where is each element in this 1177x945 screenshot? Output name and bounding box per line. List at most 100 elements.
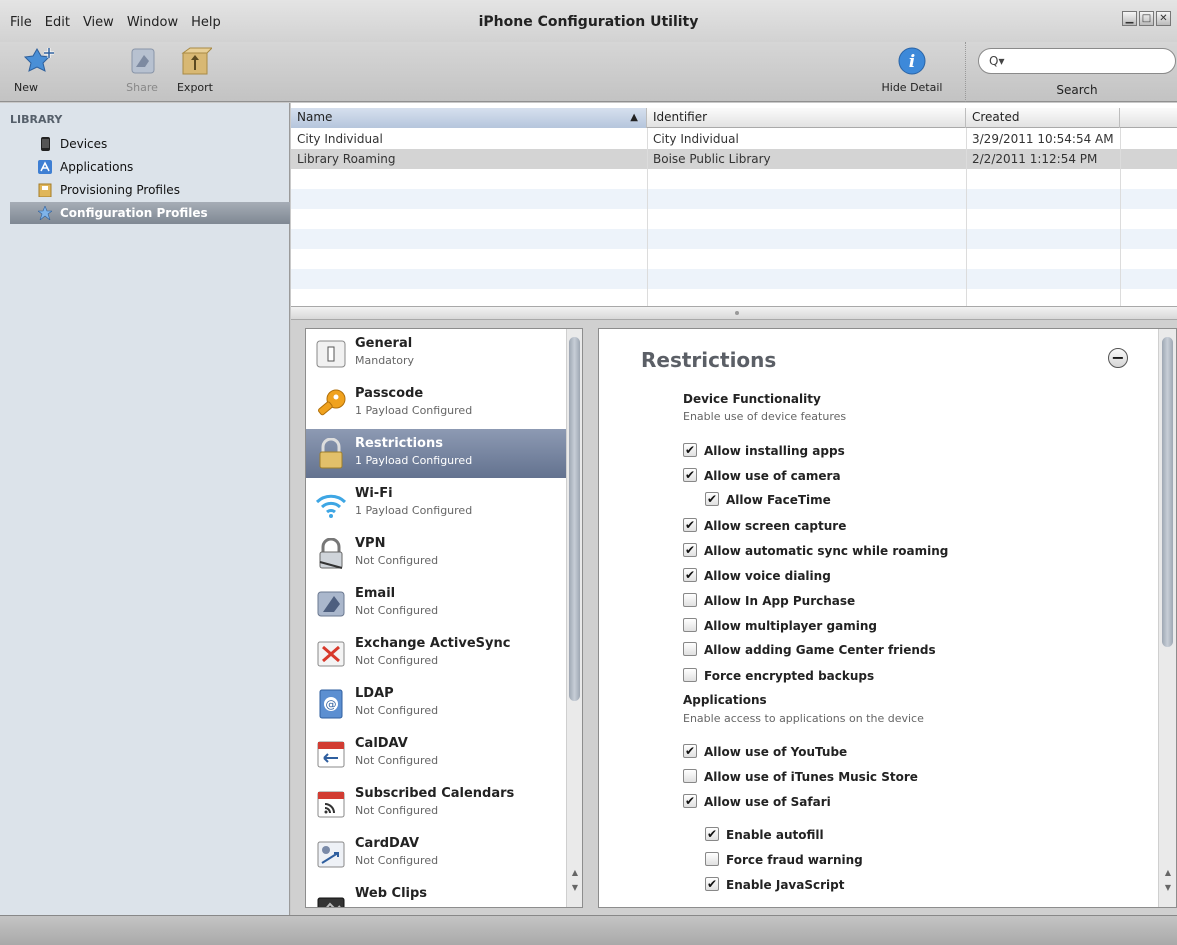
checkbox[interactable]: [683, 642, 697, 656]
sort-ascending-icon: ▲: [630, 112, 638, 123]
column-header-name[interactable]: Name ▲: [291, 108, 647, 128]
checkbox-force-fraud-warning[interactable]: Force fraud warning: [705, 851, 863, 869]
remove-payload-button[interactable]: −: [1108, 348, 1128, 368]
scroll-thumb[interactable]: [1162, 337, 1173, 647]
payload-name: General: [355, 336, 413, 351]
window-title: iPhone Configuration Utility: [478, 14, 699, 30]
hide-detail-button[interactable]: i Hide Detail: [880, 46, 944, 94]
payload-web-clips[interactable]: Web Clips: [306, 879, 568, 907]
payload-email[interactable]: Email Not Configured: [306, 579, 568, 628]
checkbox[interactable]: [683, 769, 697, 783]
library-sidebar: LIBRARY Devices Applications Provisionin…: [0, 103, 290, 915]
splitter-grip-icon: [735, 311, 739, 315]
payload-scrollbar[interactable]: ▲ ▼: [566, 329, 582, 907]
payload-exchange-activesync[interactable]: Exchange ActiveSync Not Configured: [306, 629, 568, 678]
search-icon: Q▾: [989, 54, 1005, 68]
payload-name: Exchange ActiveSync: [355, 636, 511, 651]
table-header: Name ▲ Identifier Created: [291, 108, 1177, 128]
sidebar-item-configuration-profiles[interactable]: Configuration Profiles: [10, 202, 290, 224]
section-title-applications: Applications: [683, 693, 767, 707]
checkbox-force-encrypted-backups[interactable]: Force encrypted backups: [683, 667, 874, 685]
checkbox[interactable]: [705, 825, 719, 843]
checkbox-allow-itunes[interactable]: Allow use of iTunes Music Store: [683, 768, 918, 786]
checkbox-allow-youtube[interactable]: Allow use of YouTube: [683, 742, 847, 761]
payload-restrictions[interactable]: Restrictions 1 Payload Configured: [306, 429, 568, 478]
scroll-up-icon[interactable]: ▲: [569, 867, 581, 879]
restrictions-detail: Restrictions − Device Functionality Enab…: [598, 328, 1177, 908]
checkbox[interactable]: [683, 792, 697, 810]
payload-status: Not Configured: [355, 654, 439, 667]
checkbox-allow-multiplayer-gaming[interactable]: Allow multiplayer gaming: [683, 617, 877, 635]
sidebar-item-label: Provisioning Profiles: [60, 183, 180, 197]
minimize-button[interactable]: ▁: [1122, 11, 1137, 26]
checkbox-allow-game-center-friends[interactable]: Allow adding Game Center friends: [683, 641, 936, 659]
sidebar-item-devices[interactable]: Devices: [10, 133, 290, 155]
pane-splitter[interactable]: [291, 306, 1177, 320]
checkbox[interactable]: [705, 852, 719, 866]
payload-subscribed-calendars[interactable]: Subscribed Calendars Not Configured: [306, 779, 568, 828]
checkbox-allow-sync-roaming[interactable]: Allow automatic sync while roaming: [683, 541, 948, 560]
checkbox-label: Allow multiplayer gaming: [704, 619, 877, 633]
checkbox-allow-voice-dialing[interactable]: Allow voice dialing: [683, 566, 831, 585]
checkbox[interactable]: [683, 593, 697, 607]
device-icon: [41, 137, 50, 151]
payload-caldav[interactable]: CalDAV Not Configured: [306, 729, 568, 778]
detail-title: Restrictions: [641, 348, 777, 372]
checkbox[interactable]: [705, 875, 719, 893]
payload-carddav[interactable]: CardDAV Not Configured: [306, 829, 568, 878]
checkbox-label: Allow use of Safari: [704, 795, 831, 809]
scroll-up-icon[interactable]: ▲: [1162, 867, 1174, 879]
maximize-button[interactable]: □: [1139, 11, 1154, 26]
checkbox-label: Allow use of iTunes Music Store: [704, 770, 918, 784]
checkbox-allow-camera[interactable]: Allow use of camera: [683, 466, 841, 485]
payload-vpn[interactable]: VPN Not Configured: [306, 529, 568, 578]
scroll-thumb[interactable]: [569, 337, 580, 701]
configuration-profile-icon: [38, 206, 52, 220]
window-controls: ▁ □ ✕: [1122, 11, 1171, 26]
checkbox[interactable]: [683, 516, 697, 534]
checkbox[interactable]: [683, 441, 697, 459]
checkbox[interactable]: [683, 466, 697, 484]
column-header-created[interactable]: Created: [966, 108, 1120, 128]
scroll-down-icon[interactable]: ▼: [569, 882, 581, 894]
payload-passcode[interactable]: Passcode 1 Payload Configured: [306, 379, 568, 428]
checkbox-enable-autofill[interactable]: Enable autofill: [705, 825, 824, 844]
close-button[interactable]: ✕: [1156, 11, 1171, 26]
ldap-icon: @: [319, 689, 343, 719]
export-button[interactable]: Export: [170, 46, 220, 94]
table-row[interactable]: Library Roaming Boise Public Library 2/2…: [291, 149, 1177, 169]
column-header-identifier[interactable]: Identifier: [647, 108, 966, 128]
checkbox[interactable]: [683, 541, 697, 559]
checkbox[interactable]: [683, 668, 697, 682]
scroll-down-icon[interactable]: ▼: [1162, 882, 1174, 894]
cell-created: 2/2/2011 1:12:54 PM: [972, 152, 1098, 166]
checkbox[interactable]: [683, 742, 697, 760]
sidebar-item-provisioning-profiles[interactable]: Provisioning Profiles: [10, 179, 290, 201]
share-button[interactable]: Share: [117, 46, 167, 94]
table-row[interactable]: City Individual City Individual 3/29/201…: [291, 129, 1177, 149]
checkbox[interactable]: [683, 618, 697, 632]
payload-general[interactable]: General Mandatory: [306, 329, 568, 378]
checkbox[interactable]: [705, 490, 719, 508]
empty-row: [291, 189, 1177, 209]
sidebar-item-applications[interactable]: Applications: [10, 156, 290, 178]
checkbox-label: Allow In App Purchase: [704, 594, 856, 608]
checkbox-allow-safari[interactable]: Allow use of Safari: [683, 792, 831, 811]
search-field[interactable]: Q▾: [978, 48, 1176, 74]
checkbox[interactable]: [683, 566, 697, 584]
checkbox-allow-facetime[interactable]: Allow FaceTime: [705, 490, 831, 509]
payload-wifi[interactable]: Wi-Fi 1 Payload Configured: [306, 479, 568, 528]
search-input[interactable]: [1009, 53, 1169, 69]
checkbox-allow-screen-capture[interactable]: Allow screen capture: [683, 516, 846, 535]
share-icon: [131, 48, 155, 74]
toolbar-divider: [965, 42, 966, 102]
checkbox-enable-javascript[interactable]: Enable JavaScript: [705, 875, 844, 894]
checkbox-allow-installing-apps[interactable]: Allow installing apps: [683, 441, 845, 460]
payload-status: Not Configured: [355, 754, 439, 767]
payload-ldap[interactable]: @ LDAP Not Configured: [306, 679, 568, 728]
checkbox-label: Allow voice dialing: [704, 569, 831, 583]
checkbox-label: Allow adding Game Center friends: [704, 643, 936, 657]
detail-scrollbar[interactable]: ▲ ▼: [1158, 329, 1176, 907]
checkbox-allow-in-app-purchase[interactable]: Allow In App Purchase: [683, 592, 855, 610]
new-button[interactable]: New: [14, 46, 65, 94]
